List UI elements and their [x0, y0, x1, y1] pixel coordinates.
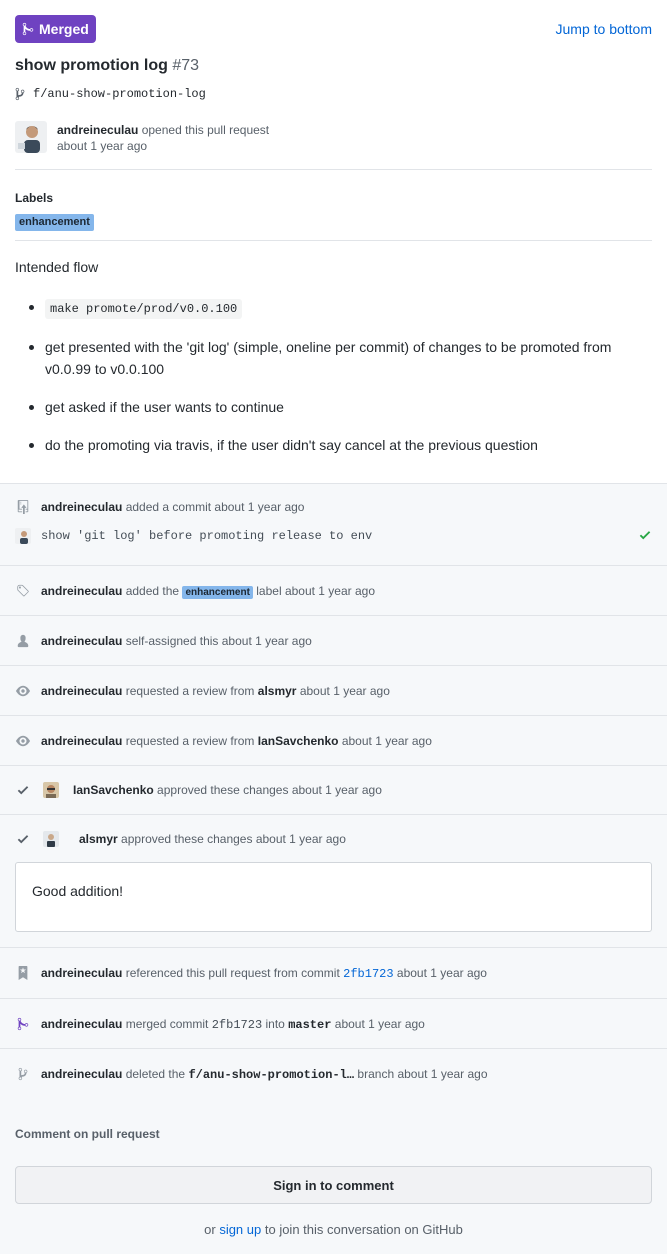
avatar[interactable] — [43, 782, 59, 798]
event-time: branch about 1 year ago — [357, 1066, 488, 1081]
avatar[interactable] — [43, 831, 59, 847]
event-time: about 1 year ago — [396, 965, 487, 980]
signup-suffix: to join this conversation on GitHub — [264, 1222, 463, 1237]
repo-push-icon — [15, 499, 31, 515]
event-time: about 1 year ago — [334, 1016, 425, 1031]
check-icon — [15, 831, 31, 847]
check-icon — [15, 782, 31, 798]
labels-heading: Labels — [15, 191, 54, 205]
timeline-approve-event: IanSavchenko approved these changes abou… — [0, 766, 667, 815]
timeline-review-request-event: andreineculau requested a review from al… — [0, 666, 667, 716]
reviewer-username[interactable]: IanSavchenko — [258, 734, 339, 748]
branch-ref: f/anu-show-promotion-log — [15, 87, 206, 101]
commit-message[interactable]: show 'git log' before promoting release … — [41, 529, 372, 543]
sign-in-to-comment-button[interactable]: Sign in to comment — [15, 1166, 652, 1204]
label-enhancement[interactable]: enhancement — [15, 214, 94, 231]
avatar[interactable] — [15, 121, 47, 153]
list-item: do the promoting via travis, if the user… — [15, 434, 655, 456]
signup-prompt: or sign up to join this conversation on … — [0, 1222, 667, 1237]
event-text: deleted the — [125, 1066, 186, 1081]
event-username[interactable]: andreineculau — [41, 1017, 122, 1031]
event-username[interactable]: andreineculau — [41, 584, 122, 598]
target-branch: master — [288, 1017, 332, 1032]
commit-sha-link[interactable]: 2fb1723 — [343, 967, 393, 981]
description-intro: Intended flow — [15, 259, 99, 275]
timeline-review-request-event: andreineculau requested a review from Ia… — [0, 716, 667, 766]
opener-username[interactable]: andreineculau — [57, 123, 138, 137]
pull-request-number: #73 — [172, 57, 200, 74]
timeline-delete-branch-event: andreineculau deleted the f/anu-show-pro… — [0, 1049, 667, 1101]
event-text: approved these changes about 1 year ago — [121, 832, 346, 846]
event-time: about 1 year ago — [341, 734, 432, 748]
pull-request-opener: andreineculau opened this pull request a… — [57, 122, 269, 154]
merged-badge-label: Merged — [39, 21, 89, 37]
bookmark-icon — [15, 965, 31, 981]
reviewer-username[interactable]: alsmyr — [258, 684, 297, 698]
timeline: andreineculau added a commit about 1 yea… — [0, 483, 667, 1101]
sign-up-link[interactable]: sign up — [219, 1222, 261, 1237]
description-list: make promote/prod/v0.0.100 get presented… — [15, 296, 655, 472]
label-enhancement[interactable]: enhancement — [182, 586, 253, 599]
opener-time[interactable]: about 1 year ago — [57, 138, 269, 154]
event-text: added the — [125, 584, 180, 598]
event-username[interactable]: andreineculau — [41, 734, 122, 748]
review-comment-text: Good addition! — [32, 883, 124, 899]
event-text: requested a review from — [125, 684, 255, 698]
person-icon — [15, 633, 31, 649]
event-text: requested a review from — [125, 734, 255, 748]
tag-icon — [15, 583, 31, 599]
event-username[interactable]: andreineculau — [41, 634, 122, 648]
event-text: self-assigned this about 1 year ago — [125, 634, 312, 648]
merged-status-badge: Merged — [15, 15, 96, 43]
deleted-branch-name: f/anu-show-promotion-l… — [188, 1067, 355, 1082]
timeline-reference-event: andreineculau referenced this pull reque… — [0, 948, 667, 999]
list-item: get asked if the user wants to continue — [15, 396, 655, 418]
event-username[interactable]: andreineculau — [41, 966, 122, 980]
event-username[interactable]: IanSavchenko — [73, 783, 154, 797]
commit-sha[interactable]: 2fb1723 — [212, 1018, 262, 1032]
eye-icon — [15, 733, 31, 749]
event-username[interactable]: andreineculau — [41, 1067, 122, 1081]
eye-icon — [15, 683, 31, 699]
divider — [15, 240, 652, 241]
event-text: merged commit — [125, 1016, 209, 1031]
check-icon[interactable] — [638, 528, 652, 542]
event-text: into — [265, 1016, 285, 1031]
timeline-assign-event: andreineculau self-assigned this about 1… — [0, 616, 667, 666]
list-item: get presented with the 'git log' (simple… — [15, 336, 655, 380]
comment-heading: Comment on pull request — [15, 1127, 160, 1141]
event-time: about 1 year ago — [299, 684, 390, 698]
signup-or: or — [204, 1222, 216, 1237]
event-username[interactable]: alsmyr — [79, 832, 118, 846]
git-branch-icon — [15, 87, 25, 101]
merge-icon — [15, 1016, 31, 1032]
pull-request-title: show promotion log #73 — [15, 57, 199, 75]
jump-to-bottom-link[interactable]: Jump to bottom — [556, 21, 653, 37]
timeline-label-event: andreineculau added the enhancement labe… — [0, 566, 667, 616]
event-text: label about 1 year ago — [256, 584, 376, 598]
opener-action: opened this pull request — [141, 123, 270, 137]
event-text: added a commit about 1 year ago — [125, 500, 305, 514]
event-text: referenced this pull request from commit — [125, 965, 340, 980]
title-text: show promotion log — [15, 57, 168, 74]
command-code: make promote/prod/v0.0.100 — [45, 299, 243, 319]
avatar[interactable] — [15, 528, 31, 544]
branch-name: f/anu-show-promotion-log — [33, 87, 206, 101]
list-item: make promote/prod/v0.0.100 — [15, 296, 655, 320]
timeline-merge-event: andreineculau merged commit 2fb1723 into… — [0, 999, 667, 1049]
divider — [15, 169, 652, 170]
event-username[interactable]: andreineculau — [41, 500, 122, 514]
event-username[interactable]: andreineculau — [41, 684, 122, 698]
merge-icon — [22, 22, 34, 36]
timeline-commit-event: andreineculau added a commit about 1 yea… — [0, 484, 667, 566]
git-branch-icon — [15, 1066, 31, 1082]
review-comment: Good addition! — [15, 862, 652, 932]
event-text: approved these changes about 1 year ago — [157, 783, 382, 797]
